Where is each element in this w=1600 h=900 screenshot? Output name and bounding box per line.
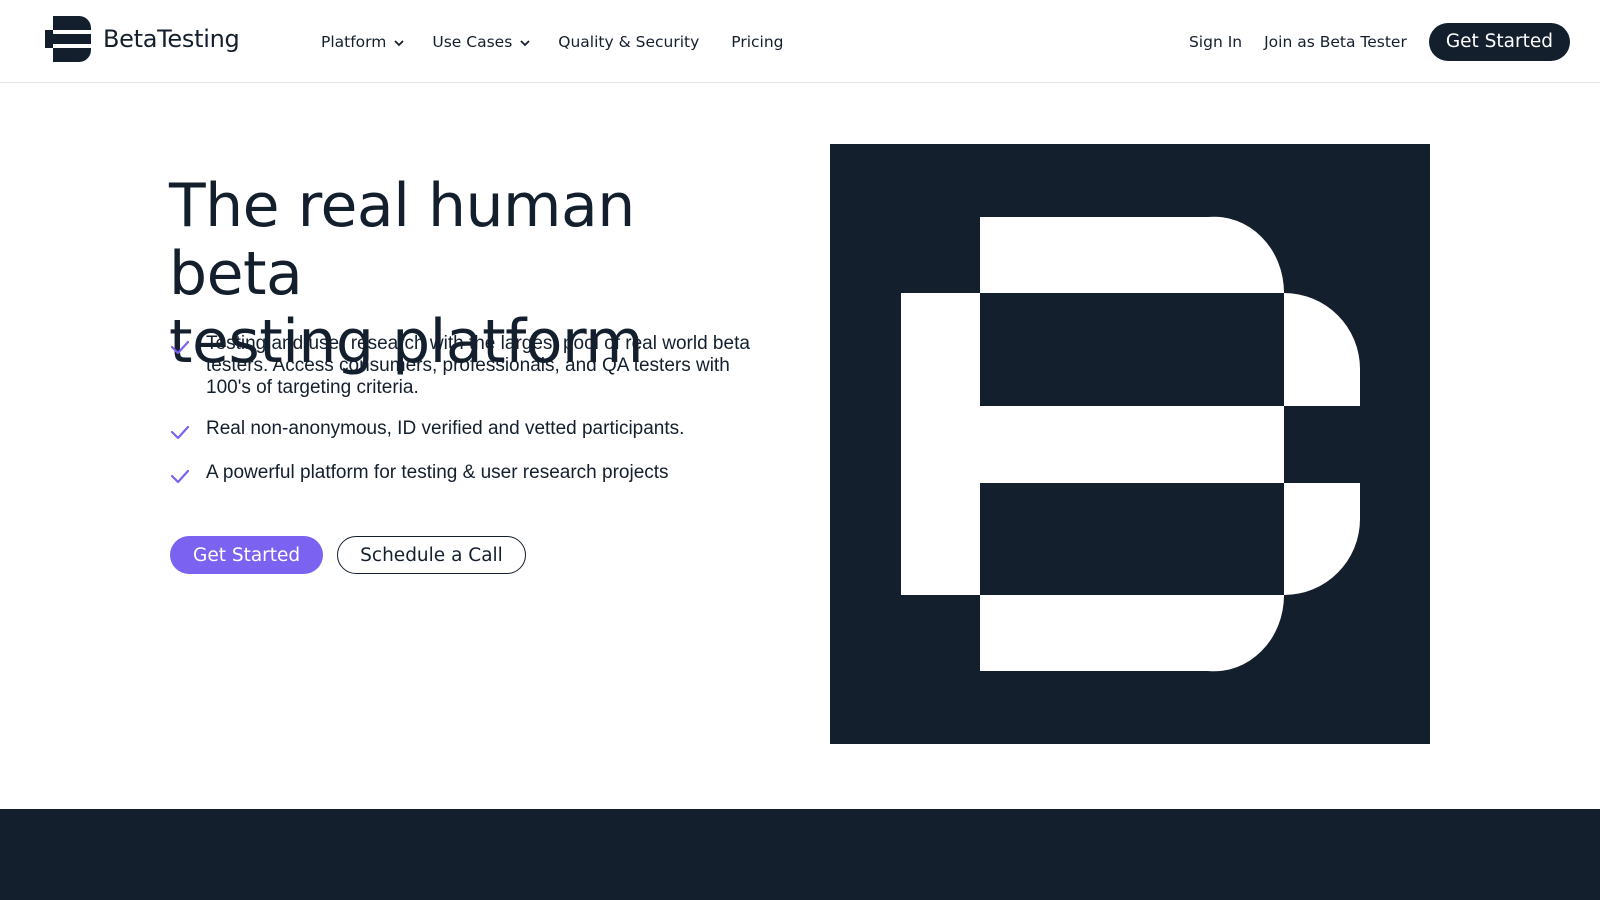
get-started-button[interactable]: Get Started	[170, 536, 324, 574]
list-item: A powerful platform for testing & user r…	[169, 462, 769, 487]
nav-item-platform[interactable]: Platform	[321, 33, 405, 51]
sign-in-link[interactable]: Sign In	[1189, 33, 1242, 51]
feature-text: Real non-anonymous, ID verified and vett…	[206, 418, 685, 439]
dark-section-band	[0, 809, 1600, 900]
nav-item-label: Platform	[321, 32, 387, 51]
checkmark-icon	[170, 425, 190, 440]
feature-list: Testing and user research with the large…	[169, 333, 769, 506]
brand-logo-link[interactable]: BetaTesting	[45, 16, 240, 62]
nav-item-label: Quality & Security	[558, 32, 700, 51]
nav-item-pricing[interactable]: Pricing	[731, 33, 783, 51]
brand-name: BetaTesting	[103, 25, 240, 53]
join-beta-tester-link[interactable]: Join as Beta Tester	[1264, 33, 1407, 51]
chevron-down-icon	[520, 40, 530, 47]
feature-text: Testing and user research with the large…	[206, 333, 750, 398]
stacked-b-logo-icon	[45, 16, 91, 62]
header-actions: Sign In Join as Beta Tester Get Started	[1189, 0, 1570, 83]
list-item: Real non-anonymous, ID verified and vett…	[169, 418, 769, 443]
site-header: BetaTesting Platform Use Cases Quality &…	[0, 0, 1600, 83]
nav-item-quality-security[interactable]: Quality & Security	[558, 33, 699, 51]
header-get-started-button[interactable]: Get Started	[1428, 22, 1570, 61]
checkmark-icon	[170, 340, 190, 355]
main-nav: Platform Use Cases Quality & Security Pr…	[321, 0, 816, 83]
checkmark-icon	[170, 469, 190, 484]
nav-item-label: Use Cases	[432, 32, 513, 51]
schedule-call-button[interactable]: Schedule a Call	[337, 536, 526, 574]
hero-cta-row: Get Started Schedule a Call	[170, 536, 526, 574]
hero-title-line-1: The real human beta	[169, 171, 635, 309]
feature-text: A powerful platform for testing & user r…	[206, 462, 669, 483]
chevron-down-icon	[394, 40, 405, 47]
large-b-logo-graphic	[830, 144, 1430, 744]
nav-item-use-cases[interactable]: Use Cases	[432, 33, 531, 51]
nav-item-label: Pricing	[731, 32, 784, 51]
list-item: Testing and user research with the large…	[169, 333, 769, 399]
